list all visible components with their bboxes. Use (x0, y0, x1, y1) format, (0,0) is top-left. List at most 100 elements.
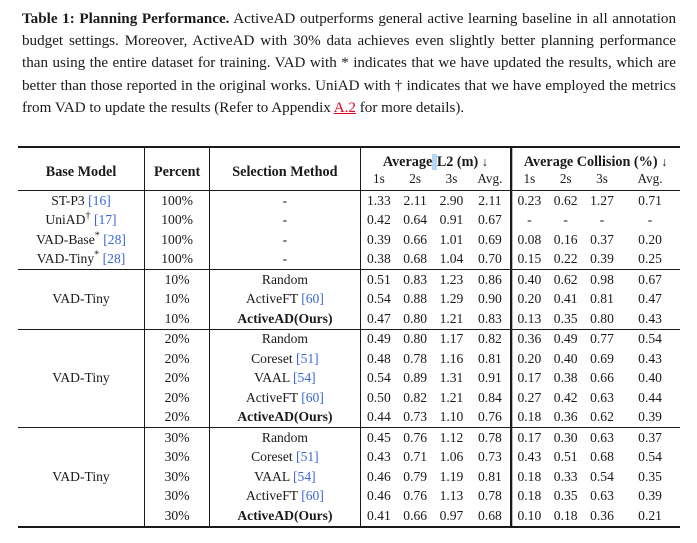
rule (18, 525, 680, 529)
selection-method-label: VAAL (254, 468, 290, 484)
cell-percent: 100% (144, 210, 210, 230)
cell-collision-1s: 0.18 (510, 486, 548, 506)
cell-l2-2s: 0.89 (403, 370, 428, 386)
planning-performance-table: Base Model Percent Selection Method Aver… (18, 146, 680, 529)
cell-selection-method: ActiveAD(Ours) (209, 407, 361, 428)
cell-l2-2s: 0.68 (403, 251, 428, 267)
cell-collision-1s: 0.27 (510, 388, 548, 408)
cell-l2-avg: 0.78 (478, 488, 502, 504)
cell-collision-3s: - (599, 212, 605, 228)
cell-l2-3s: 1.23 (439, 271, 464, 287)
cell-collision-3s: 0.81 (590, 291, 614, 307)
selection-method-label: Coreset (251, 350, 293, 366)
caption-body-last: for more details). (355, 99, 465, 116)
cell-collision-3s: 0.36 (590, 507, 614, 523)
cell-l2-avg: 2.11 (478, 192, 502, 208)
citation-ref: [16] (88, 192, 111, 208)
citation-ref: [60] (301, 291, 324, 307)
cell-collision-2s: 0.41 (553, 291, 578, 307)
cell-selection-method: VAAL [54] (209, 467, 361, 487)
citation-ref: [54] (293, 468, 316, 484)
cell-collision-2s: 0.49 (553, 331, 578, 347)
table-row: VAD-Tiny 30% Random 0.45 0.76 1.12 0.78 0.17 0.3… (18, 428, 680, 484)
cell-collision-avg: 0.21 (638, 507, 662, 523)
cell-selection-method: Random (209, 270, 361, 290)
cell-percent: 10% (144, 309, 210, 329)
cell-collision-3s: 0.37 (590, 231, 614, 247)
cell-l2-1s: 0.38 (359, 249, 398, 270)
cell-base-model: VAD-Tiny (18, 330, 145, 428)
selection-method-label: Random (261, 331, 308, 347)
cell-collision-avg: 0.67 (638, 271, 662, 287)
cell-l2-2s: 0.80 (403, 310, 428, 326)
cell-l2-avg: 0.90 (478, 291, 502, 307)
cell-selection-method: - (209, 249, 361, 270)
cell-selection-method: ActiveFT [60] (209, 388, 361, 408)
cell-base-model: VAD-Tiny* [28] (18, 250, 145, 270)
citation-ref: [51] (296, 350, 319, 366)
base-model-label: VAD-Tiny (52, 468, 110, 484)
cell-percent: 30% (144, 486, 210, 506)
cell-percent: 20% (144, 349, 210, 369)
selection-method-label: VAAL (254, 370, 290, 386)
caption-label: Table 1: Planning Performance. (22, 11, 230, 27)
cell-collision-avg: 0.37 (638, 429, 662, 445)
selection-method-label: - (282, 231, 288, 247)
cell-l2-3s: 0.91 (439, 212, 464, 228)
cell-l2-3s: 1.13 (439, 488, 464, 504)
cell-collision-avg: 0.25 (638, 251, 662, 267)
base-model-label: VAD-Tiny (52, 370, 110, 386)
cell-collision-3s: 1.27 (590, 192, 614, 208)
cell-l2-1s: 1.33 (359, 191, 398, 211)
cell-l2-1s: 0.43 (359, 447, 398, 467)
cell-l2-1s: 0.50 (359, 388, 398, 408)
table-caption: Table 1: Planning Performance. ActiveAD … (22, 8, 676, 119)
cell-l2-avg: 0.67 (478, 212, 502, 228)
cell-l2-avg: 0.83 (478, 310, 502, 326)
header-group-l2-pre: Average (382, 154, 433, 170)
cell-collision-1s: 0.13 (510, 309, 548, 329)
cell-collision-2s: 0.18 (553, 507, 578, 523)
cell-l2-2s: 0.80 (403, 331, 428, 347)
selection-method-label: ActiveAD(Ours) (237, 310, 333, 326)
cell-l2-avg: 0.91 (478, 370, 502, 386)
cell-l2-avg: 0.86 (478, 271, 502, 287)
cell-percent: 100% (144, 191, 210, 211)
cell-l2-avg: 0.73 (478, 449, 502, 465)
cell-collision-3s: 0.63 (590, 389, 614, 405)
cell-selection-method: ActiveAD(Ours) (209, 506, 361, 527)
cell-collision-1s: 0.15 (510, 249, 548, 270)
cell-collision-1s: 0.20 (510, 349, 548, 369)
appendix-link[interactable]: A.2 (334, 100, 356, 116)
header-collision-1s: 1s (510, 171, 548, 191)
cell-collision-3s: 0.62 (590, 409, 614, 425)
cell-l2-1s: 0.54 (359, 289, 398, 309)
cell-base-model: VAD-Tiny (18, 270, 145, 329)
cell-selection-method: Random (209, 428, 361, 448)
cell-collision-2s: 0.36 (553, 409, 578, 425)
cell-collision-avg: 0.40 (638, 370, 662, 386)
cell-collision-1s: 0.08 (510, 230, 548, 250)
cell-l2-3s: 1.06 (439, 449, 464, 465)
table-row: ST-P3 [16] 100% -1.33 2.11 2.90 2.11 0.23 0.62 1… (18, 191, 680, 211)
model-superscript: † (85, 210, 91, 222)
cell-percent: 10% (144, 270, 210, 290)
cell-l2-1s: 0.46 (359, 486, 398, 506)
cell-l2-1s: 0.46 (359, 467, 398, 487)
header-group-collision-label: Average Collision (%) (523, 154, 658, 170)
cell-l2-1s: 0.47 (359, 309, 398, 329)
base-model-label: VAD-Base (36, 231, 95, 247)
cell-collision-avg: 0.43 (638, 350, 662, 366)
cell-l2-2s: 0.73 (403, 409, 428, 425)
citation-ref: [51] (296, 449, 319, 465)
selection-method-label: ActiveAD(Ours) (237, 409, 333, 425)
cell-l2-3s: 2.90 (439, 192, 464, 208)
cell-percent: 30% (144, 506, 210, 527)
cell-l2-2s: 0.88 (403, 291, 428, 307)
cell-collision-2s: 0.22 (553, 251, 578, 267)
base-model-label: VAD-Tiny (36, 251, 95, 267)
header-collision-2s: 2s (559, 171, 572, 186)
results-table: Base Model Percent Selection Method Aver… (18, 146, 680, 529)
cell-collision-1s: 0.40 (510, 270, 548, 290)
table-row: VAD-Tiny* [28] 100% -0.38 0.68 1.04 0.70 0.15 0… (18, 249, 680, 270)
